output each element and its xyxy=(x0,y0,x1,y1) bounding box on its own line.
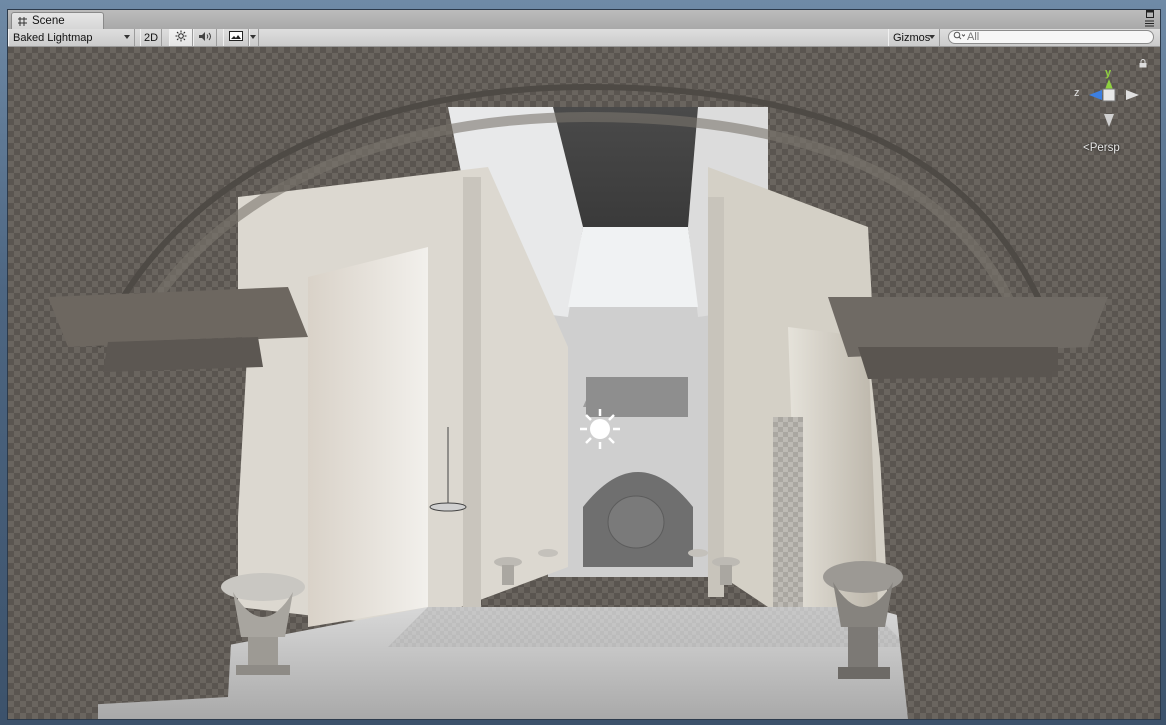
panel-menu-icon[interactable] xyxy=(1145,20,1154,29)
gizmos-dropdown[interactable]: Gizmos xyxy=(888,29,940,46)
projection-toggle[interactable]: <Persp xyxy=(1083,142,1120,154)
effects-toggle-button[interactable] xyxy=(223,29,249,46)
tab-strip: Scene xyxy=(8,10,1160,30)
speaker-icon xyxy=(198,31,212,45)
gizmos-label: Gizmos xyxy=(893,31,931,44)
chevron-down-icon xyxy=(929,35,935,39)
projection-label: Persp xyxy=(1089,142,1120,154)
grid-icon xyxy=(17,16,28,27)
audio-toggle-button[interactable] xyxy=(193,29,217,46)
tab-label: Scene xyxy=(32,15,65,27)
scene-toolbar: Baked Lightmap 2D Gizmos All xyxy=(8,29,1160,47)
gizmo-y-label: y xyxy=(1105,67,1112,79)
scene-viewport[interactable]: y z <Persp xyxy=(8,47,1160,719)
render-mode-dropdown[interactable]: Baked Lightmap xyxy=(8,29,135,46)
image-icon xyxy=(229,31,243,44)
maximize-icon[interactable] xyxy=(1146,10,1154,20)
chevron-down-icon xyxy=(124,35,130,39)
2d-toggle-button[interactable]: 2D xyxy=(140,29,162,46)
chevron-down-icon xyxy=(250,35,256,39)
render-mode-label: Baked Lightmap xyxy=(13,31,93,44)
search-icon xyxy=(953,31,966,43)
tab-scene[interactable]: Scene xyxy=(11,12,104,29)
search-field[interactable]: All xyxy=(948,30,1154,44)
gizmo-z-label: z xyxy=(1074,87,1080,99)
scene-render xyxy=(8,47,1160,719)
light-icon xyxy=(580,409,620,449)
scene-window: Scene Baked Lightmap 2D Gizmos All y z <… xyxy=(7,9,1161,720)
sun-icon xyxy=(175,30,187,45)
2d-label: 2D xyxy=(143,31,159,44)
panel-menu[interactable] xyxy=(1138,10,1154,29)
chevron-left-icon: < xyxy=(1083,142,1090,154)
search-placeholder: All xyxy=(967,31,980,43)
lighting-toggle-button[interactable] xyxy=(169,29,193,46)
effects-dropdown[interactable] xyxy=(249,29,259,46)
